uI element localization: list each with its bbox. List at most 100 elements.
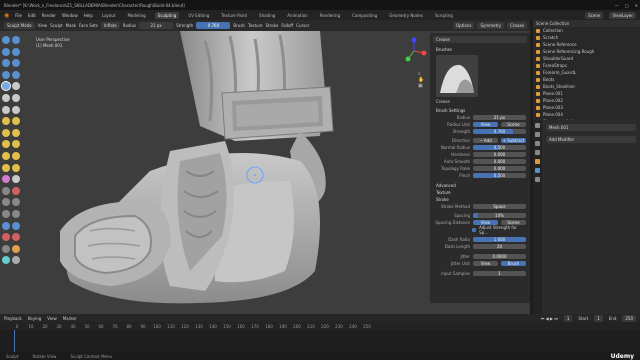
menu-render[interactable]: Render — [42, 13, 56, 18]
input-samples-field[interactable]: 1 — [473, 271, 526, 276]
cloth-brush-icon[interactable] — [2, 175, 10, 184]
mask-brush-icon[interactable] — [2, 186, 10, 195]
grab-brush-icon[interactable] — [12, 117, 20, 126]
edit-face-set-icon[interactable] — [12, 233, 20, 242]
render-tab-icon[interactable] — [535, 132, 540, 137]
inflate-brush-icon[interactable] — [2, 70, 10, 79]
simplify-brush-icon[interactable] — [12, 175, 20, 184]
draw-brush-icon[interactable] — [2, 36, 10, 44]
start-frame-field[interactable]: 1 — [594, 314, 603, 322]
timeline-track[interactable] — [0, 330, 640, 352]
slide-relax-icon[interactable] — [2, 163, 10, 172]
topology-rake-slider[interactable]: 0.000 — [473, 166, 526, 171]
elastic-deform-icon[interactable] — [2, 128, 10, 137]
add-modifier-button[interactable]: Add Modifier — [546, 136, 636, 143]
dash-length-field[interactable]: 20 — [473, 244, 526, 249]
outliner-row[interactable]: Scene Reference — [536, 41, 640, 48]
crease-brush-icon[interactable] — [1, 81, 11, 92]
outliner-row[interactable]: Plane.002 — [536, 97, 640, 104]
jitter-unit-view[interactable]: View — [473, 261, 498, 266]
texture-menu[interactable]: Texture — [248, 23, 263, 28]
cursor-menu[interactable]: Cursor — [296, 23, 309, 28]
box-mask-icon[interactable] — [2, 198, 10, 207]
stroke-method-select[interactable]: Space — [473, 204, 526, 209]
stroke-section[interactable]: Stroke — [430, 196, 530, 203]
pinch-brush-icon[interactable] — [2, 117, 10, 126]
outliner-row[interactable]: Boots_Shoeliner — [536, 83, 640, 90]
direction-add[interactable]: − Add — [473, 138, 498, 143]
snake-hook-icon[interactable] — [12, 128, 20, 137]
fill-brush-icon[interactable] — [12, 93, 20, 102]
marker-menu[interactable]: Marker — [63, 316, 77, 321]
strength-slider[interactable]: 0.760 — [473, 129, 526, 134]
hardness-slider[interactable]: 0.000 — [473, 152, 526, 157]
viewlayer-selector[interactable]: ViewLayer — [609, 11, 636, 19]
active-brush-field[interactable]: Crease — [433, 36, 527, 43]
outliner-row[interactable]: Forearm_GuardL — [536, 69, 640, 76]
keying-menu[interactable]: Keying — [28, 316, 41, 321]
tab-scripting[interactable]: Scripting — [432, 12, 456, 19]
falloff-menu[interactable]: Falloff — [281, 23, 293, 28]
minimize-icon[interactable]: — — [615, 3, 619, 8]
outliner-row[interactable]: Scratch — [536, 34, 640, 41]
draw-sharp-brush-icon[interactable] — [12, 36, 20, 44]
menu-file[interactable]: File — [15, 13, 22, 18]
tab-sculpting[interactable]: Sculpting — [154, 11, 180, 19]
box-hide-icon[interactable] — [12, 198, 20, 207]
dash-ratio-slider[interactable]: 1.000 — [473, 237, 526, 242]
outliner-row[interactable]: ForeaStraps — [536, 62, 640, 69]
object-name-field[interactable]: Mesh.001 — [546, 124, 636, 131]
menu-sculpt[interactable]: Sculpt — [50, 23, 63, 28]
jitter-unit-brush[interactable]: Brush — [501, 261, 526, 266]
radius-unit-scene[interactable]: Scene — [501, 122, 526, 127]
tool-options[interactable]: Options — [453, 22, 475, 29]
menu-edit[interactable]: Edit — [28, 13, 36, 18]
box-trim-icon[interactable] — [2, 209, 10, 218]
playhead[interactable] — [14, 330, 15, 352]
spacing-distance-scene[interactable]: Scene — [501, 220, 526, 225]
clay-brush-icon[interactable] — [2, 47, 10, 56]
play-controls[interactable]: ⏮ ◀ ▶ ⏭ — [541, 316, 558, 321]
menu-face-sets[interactable]: Face Sets — [79, 23, 98, 28]
end-frame-field[interactable]: 250 — [622, 314, 636, 322]
object-tab-icon[interactable] — [535, 159, 540, 164]
smooth-brush-icon[interactable] — [12, 82, 20, 91]
maximize-icon[interactable]: □ — [625, 3, 629, 8]
cloth-filter-icon[interactable] — [12, 221, 20, 230]
clay-thumb-brush-icon[interactable] — [2, 59, 10, 68]
direction-subtract[interactable]: + Subtract — [501, 138, 526, 143]
clay-strips-brush-icon[interactable] — [12, 47, 20, 56]
radius-field[interactable]: 21 px — [139, 22, 174, 29]
brush-thumbnail[interactable] — [436, 55, 478, 97]
timeline-view-menu[interactable]: View — [47, 316, 57, 321]
tab-rendering[interactable]: Rendering — [317, 12, 343, 19]
brush-settings-section[interactable]: Brush Settings — [430, 107, 530, 114]
stroke-menu[interactable]: Stroke — [266, 23, 279, 28]
navigation-gizmo[interactable] — [400, 37, 428, 65]
texture-section[interactable]: Texture — [430, 189, 530, 196]
pose-brush-icon[interactable] — [12, 140, 20, 149]
mode-selector[interactable]: Sculpt Mode — [4, 22, 35, 29]
current-frame-field[interactable]: 1 — [563, 314, 573, 322]
outliner-row[interactable]: Plane.001 — [536, 90, 640, 97]
multiplane-scrape-icon[interactable] — [12, 105, 20, 114]
measure-icon[interactable] — [12, 256, 20, 265]
symmetry-menu[interactable]: Symmetry — [477, 22, 505, 29]
menu-mask[interactable]: Mask — [66, 23, 76, 28]
scene-selector[interactable]: Scene — [585, 11, 604, 19]
radius-input[interactable]: 21 px — [473, 115, 526, 120]
mask-by-color-icon[interactable] — [2, 244, 10, 253]
thumb-brush-icon[interactable] — [2, 140, 10, 149]
camera-icon[interactable]: ▣ — [418, 83, 424, 89]
modifier-tab-icon[interactable] — [535, 168, 540, 173]
menu-help[interactable]: Help — [84, 13, 93, 18]
flatten-brush-icon[interactable] — [2, 93, 10, 102]
tab-compositing[interactable]: Compositing — [349, 12, 380, 19]
transform-icon[interactable] — [12, 244, 20, 253]
frame-ruler[interactable]: 0 10 20 30 40 50 60 70 80 90 100 110 120 130 140 150 160… — [0, 322, 640, 330]
spacing-distance-view[interactable]: View — [473, 220, 498, 225]
brush-selector[interactable]: Inflate — [100, 22, 120, 29]
layer-brush-icon[interactable] — [12, 59, 20, 68]
outliner-row[interactable]: Plane.003 — [536, 104, 640, 111]
tab-animation[interactable]: Animation — [284, 12, 310, 19]
